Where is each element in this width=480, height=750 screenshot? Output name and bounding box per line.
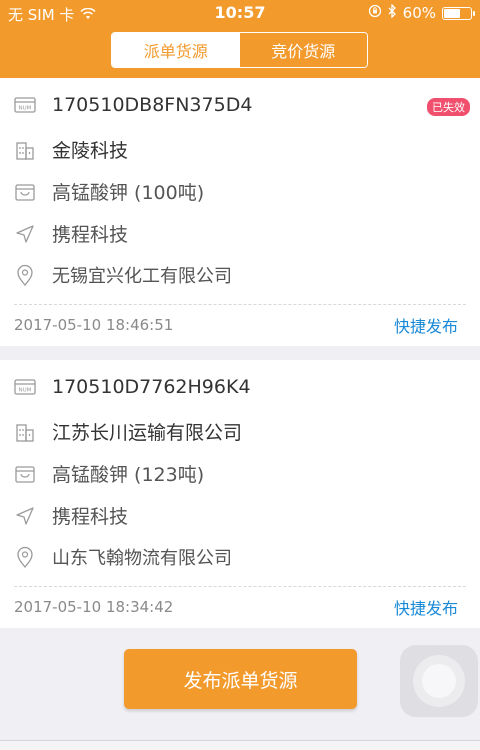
- location-row: 山东飞翰物流有限公司: [14, 544, 232, 570]
- order-number-row: NUM 170510DB8FN375D4: [14, 94, 252, 116]
- location-name: 山东飞翰物流有限公司: [52, 548, 232, 569]
- expired-badge: 已失效: [427, 98, 470, 116]
- location-name: 无锡宜兴化工有限公司: [52, 266, 232, 287]
- navigation-arrow-icon: [14, 505, 36, 527]
- location-pin-icon: [14, 546, 36, 568]
- carrier-name: 携程科技: [52, 224, 129, 246]
- status-bar: 无 SIM 卡 10:57 60%: [0, 0, 480, 26]
- cargo-row: 高锰酸钾 (100吨): [14, 178, 204, 205]
- battery-percent: 60%: [402, 4, 436, 22]
- order-number: 170510D7762H96K4: [52, 376, 251, 398]
- order-card[interactable]: NUM 170510D7762H96K4 江苏长川运输有限公司 高锰酸钾 (12…: [0, 360, 480, 628]
- company-name: 金陵科技: [52, 140, 129, 162]
- company-name: 江苏长川运输有限公司: [52, 422, 243, 444]
- carrier-row: 携程科技: [14, 502, 128, 529]
- building-icon: [14, 421, 36, 443]
- quick-publish-link[interactable]: 快捷发布: [394, 313, 458, 337]
- order-number-row: NUM 170510D7762H96K4: [14, 376, 251, 398]
- tab-dispatch-source[interactable]: 派单货源: [112, 33, 240, 67]
- assistive-touch-button[interactable]: [400, 645, 478, 717]
- order-number: 170510DB8FN375D4: [52, 94, 253, 116]
- company-row: 金陵科技: [14, 136, 128, 163]
- battery-icon: [442, 6, 475, 20]
- timestamp: 2017-05-10 18:34:42: [14, 598, 174, 616]
- quick-publish-link[interactable]: 快捷发布: [394, 595, 458, 619]
- box-icon: [14, 463, 36, 485]
- company-row: 江苏长川运输有限公司: [14, 418, 242, 445]
- svg-text:NUM: NUM: [19, 106, 32, 112]
- location-row: 无锡宜兴化工有限公司: [14, 262, 232, 288]
- cargo-info: 高锰酸钾 (100吨): [52, 182, 205, 204]
- box-icon: [14, 181, 36, 203]
- bluetooth-icon: [388, 3, 397, 22]
- lock-rotation-icon: [368, 4, 382, 22]
- carrier-row: 携程科技: [14, 220, 128, 247]
- publish-dispatch-button[interactable]: 发布派单货源: [124, 649, 357, 709]
- header: 无 SIM 卡 10:57 60% 派单货源 竞价货源: [0, 0, 480, 78]
- tab-bidding-source[interactable]: 竞价货源: [239, 33, 367, 67]
- location-pin-icon: [14, 264, 36, 286]
- timestamp: 2017-05-10 18:46:51: [14, 316, 174, 334]
- divider: [14, 304, 466, 305]
- carrier-name: 携程科技: [52, 506, 129, 528]
- cargo-row: 高锰酸钾 (123吨): [14, 460, 204, 487]
- cargo-info: 高锰酸钾 (123吨): [52, 464, 205, 486]
- building-icon: [14, 139, 36, 161]
- num-icon: NUM: [14, 94, 36, 116]
- navigation-arrow-icon: [14, 223, 36, 245]
- divider: [14, 586, 466, 587]
- source-tabs: 派单货源 竞价货源: [111, 32, 368, 68]
- svg-text:NUM: NUM: [19, 388, 32, 394]
- order-card[interactable]: NUM 170510DB8FN375D4 已失效 金陵科技 高锰酸钾 (100吨…: [0, 78, 480, 346]
- bottom-bar: [0, 740, 480, 750]
- num-icon: NUM: [14, 376, 36, 398]
